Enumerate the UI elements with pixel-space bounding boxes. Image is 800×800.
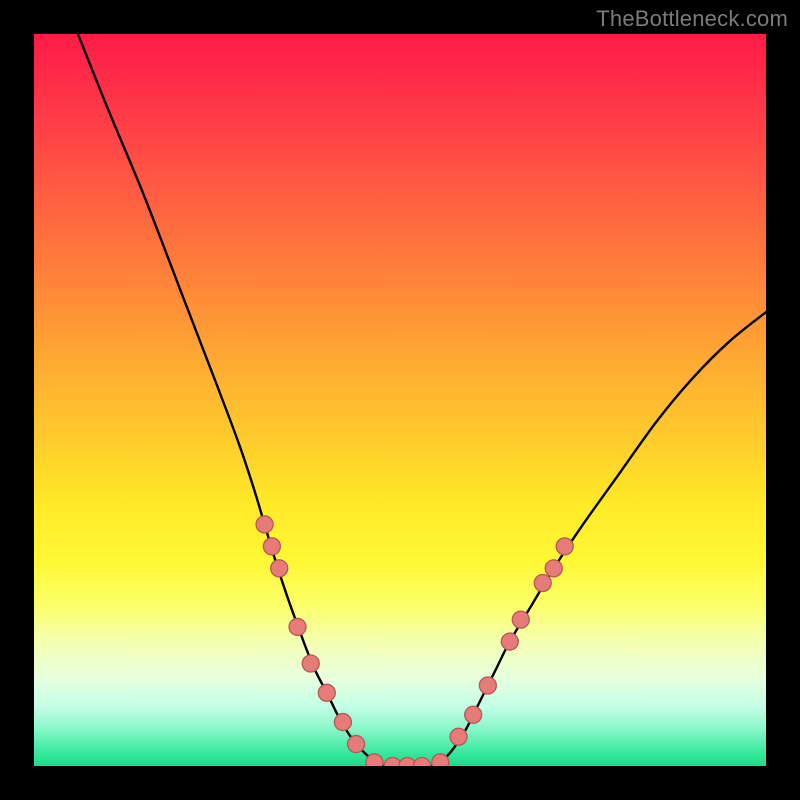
bead-marker (318, 684, 335, 701)
bead-marker (479, 677, 496, 694)
bead-marker (413, 758, 430, 767)
bead-marker (450, 728, 467, 745)
curve-layer (34, 34, 766, 766)
bead-marker (302, 655, 319, 672)
bead-marker (334, 714, 351, 731)
bead-marker (348, 736, 365, 753)
bead-marker (545, 560, 562, 577)
bead-marker (512, 611, 529, 628)
watermark-text: TheBottleneck.com (596, 6, 788, 32)
chart-stage: TheBottleneck.com (0, 0, 800, 800)
bead-marker (465, 706, 482, 723)
bead-marker (263, 538, 280, 555)
bead-marker (534, 575, 551, 592)
bead-marker (432, 754, 449, 766)
bead-marker (256, 516, 273, 533)
left-curve (78, 34, 378, 766)
bead-marker (289, 618, 306, 635)
bead-marker (556, 538, 573, 555)
bead-marker (501, 633, 518, 650)
bead-marker (366, 754, 383, 766)
bead-marker (271, 560, 288, 577)
plot-area (34, 34, 766, 766)
right-curve (437, 312, 766, 766)
